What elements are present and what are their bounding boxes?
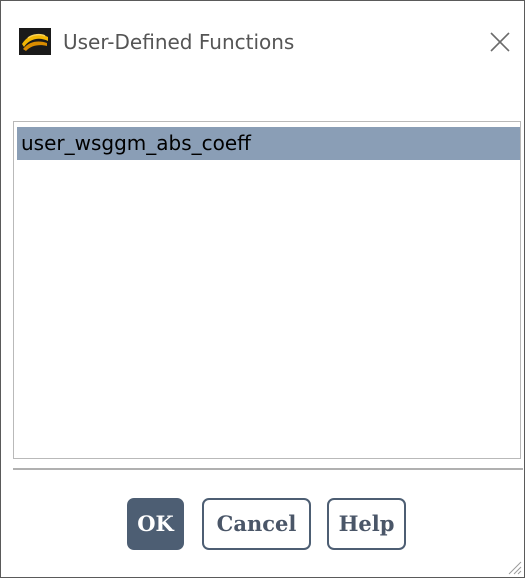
user-defined-functions-dialog: User-Defined Functions user_wsggm_abs_co…	[0, 0, 525, 578]
help-button[interactable]: Help	[327, 498, 406, 550]
window-title: User-Defined Functions	[63, 30, 295, 54]
ok-button[interactable]: OK	[127, 498, 184, 550]
list-item-user-wsggm-abs-coeff[interactable]: user_wsggm_abs_coeff	[17, 127, 520, 160]
udf-list[interactable]: user_wsggm_abs_coeff	[13, 121, 521, 459]
title-bar[interactable]: User-Defined Functions	[1, 1, 524, 83]
resize-grip-icon[interactable]	[506, 559, 522, 575]
close-icon[interactable]	[487, 29, 513, 55]
divider	[13, 468, 523, 470]
cancel-button[interactable]: Cancel	[202, 498, 311, 550]
app-icon	[19, 28, 51, 55]
